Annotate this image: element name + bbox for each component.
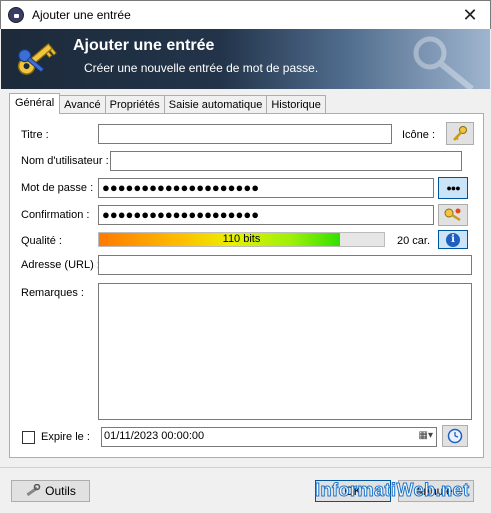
footer-separator [0,467,491,468]
password-input[interactable]: ●●●●●●●●●●●●●●●●●●●● [98,178,434,198]
password-generator-button[interactable] [438,204,468,226]
watermark-text: InformatiWeb.net [315,480,470,501]
icon-label: Icône : [402,129,436,141]
banner-title: Ajouter une entrée [73,37,215,54]
tools-icon [26,484,41,497]
url-label: Adresse (URL) : [21,259,100,271]
quality-meter: 110 bits [98,232,385,247]
key-icon [453,125,467,141]
close-icon[interactable]: ✕ [458,4,482,26]
tab-advanced[interactable]: Avancé [59,95,106,114]
tab-general[interactable]: Général [9,93,61,114]
window-title: Ajouter une entrée [32,8,131,22]
expiry-date-picker[interactable]: 01/11/2023 00:00:00 ▦▾ [101,427,437,447]
tools-button-label: Outils [45,484,76,498]
tools-button[interactable]: Outils [11,480,90,502]
expires-checkbox[interactable] [22,431,35,444]
background-key-icon [413,36,474,89]
keepass-lock-icon [8,7,24,23]
notes-textarea[interactable] [98,283,472,420]
clock-icon [447,428,463,444]
username-input[interactable] [110,151,462,171]
quality-bits-text: 110 bits [222,233,261,245]
tab-auto-type[interactable]: Saisie automatique [163,95,268,114]
url-input[interactable] [98,255,472,275]
tab-history[interactable]: Historique [266,95,326,114]
tab-properties[interactable]: Propriétés [104,95,165,114]
title-label: Titre : [21,129,49,141]
keys-icon [17,43,57,75]
quality-info-button[interactable]: i [438,230,468,249]
info-icon: i [446,232,460,247]
character-count: 20 car. [397,235,431,247]
confirmation-input[interactable]: ●●●●●●●●●●●●●●●●●●●● [98,205,434,225]
banner-subtitle: Créer une nouvelle entrée de mot de pass… [84,61,319,75]
expiry-presets-button[interactable] [442,425,468,447]
tab-strip: Général Avancé Propriétés Saisie automat… [9,93,326,114]
confirmation-label: Confirmation : [21,209,90,221]
title-input[interactable] [98,124,392,144]
password-label: Mot de passe : [21,182,94,194]
expiry-date-value: 01/11/2023 00:00:00 [104,430,205,442]
notes-label: Remarques : [21,287,84,299]
toggle-password-visibility-button[interactable]: ●●● [438,177,468,199]
quality-label: Qualité : [21,235,62,247]
username-label: Nom d'utilisateur : [21,155,109,167]
icon-picker-button[interactable] [446,122,474,145]
header-banner: Ajouter une entrée Créer une nouvelle en… [1,29,490,89]
expires-label: Expire le : [41,431,90,443]
calendar-dropdown-icon[interactable]: ▦▾ [419,430,433,441]
key-generator-icon [444,208,461,222]
title-bar: Ajouter une entrée ✕ [0,0,491,29]
